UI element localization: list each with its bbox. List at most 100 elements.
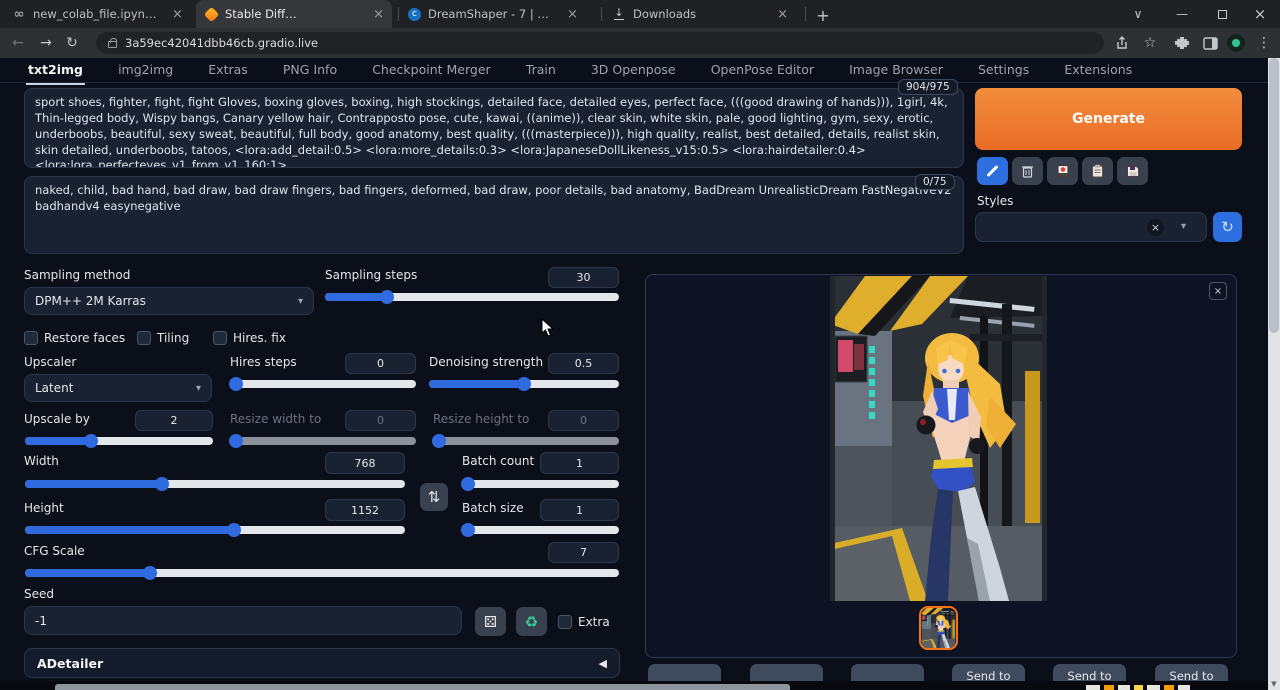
negative-prompt-textarea[interactable]: naked, child, bad hand, bad draw, bad dr… — [24, 176, 964, 254]
paste-parameters-button[interactable] — [977, 157, 1008, 185]
output-gallery-panel: × — [645, 274, 1237, 658]
prompt-textarea[interactable]: sport shoes, fighter, fight, fight Glove… — [24, 88, 964, 168]
pencil-icon — [986, 165, 998, 177]
extra-networks-button[interactable] — [1047, 157, 1078, 185]
reload-icon[interactable]: ↻ — [62, 33, 82, 53]
clear-prompt-button[interactable] — [1012, 157, 1043, 185]
clipped-text-fragment — [1104, 685, 1114, 690]
tab-close-icon[interactable]: × — [373, 7, 384, 22]
browser-tab-colab[interactable]: ∞ new_colab_file.ipynb - Colaborat × — [4, 0, 192, 28]
tab-close-icon[interactable]: × — [777, 7, 788, 22]
hires-steps-slider[interactable] — [230, 380, 416, 388]
cfg-scale-slider[interactable] — [25, 569, 619, 577]
hires-steps-value[interactable]: 0 — [345, 353, 416, 374]
chevron-down-icon: ▾ — [196, 383, 201, 394]
tab-title: Stable Diffusion — [225, 7, 302, 21]
tab-divider — [398, 7, 399, 21]
clipped-text-fragment — [1147, 685, 1160, 690]
thumbnail-image — [921, 608, 956, 648]
denoising-strength-slider[interactable] — [429, 380, 619, 388]
browser-tab-stable-diffusion[interactable]: Stable Diffusion × — [196, 0, 392, 28]
browser-tab-dreamshaper[interactable]: c DreamShaper - 7 | Stable Diffusio × — [400, 0, 598, 28]
page-scrollbar[interactable]: ▼ — [1268, 58, 1280, 690]
restore-faces-checkbox[interactable] — [24, 331, 38, 345]
seed-input[interactable]: -1 — [24, 606, 462, 635]
sampling-steps-slider[interactable] — [325, 293, 619, 301]
batch-count-label: Batch count — [462, 454, 534, 468]
clear-styles-icon[interactable]: × — [1147, 219, 1164, 236]
upscaler-dropdown[interactable]: Latent ▾ — [24, 374, 212, 402]
height-slider[interactable] — [25, 526, 405, 534]
extensions-puzzle-icon[interactable] — [1172, 33, 1192, 53]
denoising-strength-value[interactable]: 0.5 — [548, 353, 619, 374]
window-maximize-button[interactable] — [1202, 0, 1242, 28]
tab-png-info[interactable]: PNG Info — [281, 58, 339, 83]
height-value[interactable]: 1152 — [325, 499, 405, 521]
width-slider[interactable] — [25, 480, 405, 488]
tab-close-icon[interactable]: × — [567, 7, 578, 22]
browser-menu-kebab-icon[interactable]: ⋮ — [1254, 33, 1274, 53]
address-bar[interactable]: 3a59ec42041dbb46cb.gradio.live — [96, 32, 1104, 54]
batch-size-slider[interactable] — [462, 526, 619, 534]
extra-seed-checkbox[interactable] — [558, 615, 572, 629]
close-gallery-icon[interactable]: × — [1209, 282, 1227, 300]
tab-train[interactable]: Train — [524, 58, 558, 83]
tab-divider — [601, 7, 602, 21]
tiling-checkbox[interactable] — [137, 331, 151, 345]
share-icon[interactable] — [1112, 33, 1132, 53]
upscaler-value: Latent — [35, 381, 73, 395]
cfg-scale-value[interactable]: 7 — [548, 542, 619, 563]
profile-avatar[interactable] — [1226, 33, 1246, 53]
tab-3d-openpose[interactable]: 3D Openpose — [589, 58, 678, 83]
hires-fix-checkbox[interactable] — [213, 331, 227, 345]
card-icon — [1056, 164, 1070, 178]
batch-size-value[interactable]: 1 — [540, 499, 619, 521]
browser-tab-downloads[interactable]: ↓ Downloads × — [604, 0, 804, 28]
url-text: 3a59ec42041dbb46cb.gradio.live — [125, 36, 318, 50]
apply-styles-button[interactable] — [1082, 157, 1113, 185]
clipped-text-fragment — [1118, 685, 1130, 690]
refresh-styles-button[interactable]: ↻ — [1213, 212, 1242, 242]
reuse-seed-recycle-button[interactable]: ♻ — [516, 607, 547, 636]
restore-faces-label: Restore faces — [44, 331, 125, 345]
side-panel-icon[interactable] — [1200, 33, 1220, 53]
swap-dimensions-button[interactable]: ⇅ — [420, 483, 448, 511]
tab-close-icon[interactable]: × — [172, 7, 183, 22]
batch-count-slider[interactable] — [462, 480, 619, 488]
tab-txt2img[interactable]: txt2img — [26, 58, 85, 85]
gallery-thumbnail-selected[interactable] — [919, 606, 958, 650]
generate-button[interactable]: Generate — [975, 88, 1242, 150]
clipped-text-fragment — [1086, 685, 1100, 690]
styles-dropdown[interactable]: × ▾ — [975, 212, 1207, 242]
scrollbar-thumb[interactable] — [1269, 58, 1279, 333]
upscaler-label: Upscaler — [24, 355, 76, 369]
tab-openpose-editor[interactable]: OpenPose Editor — [709, 58, 816, 83]
tab-settings[interactable]: Settings — [976, 58, 1031, 83]
sampling-steps-value[interactable]: 30 — [548, 267, 619, 288]
sampling-method-dropdown[interactable]: DPM++ 2M Karras ▾ — [24, 287, 314, 315]
upscale-by-slider[interactable] — [25, 437, 213, 445]
batch-count-value[interactable]: 1 — [540, 452, 619, 474]
tab-extras[interactable]: Extras — [206, 58, 250, 83]
scrollbar-down-arrow[interactable]: ▼ — [1268, 678, 1280, 690]
window-minimize-button[interactable]: — — [1162, 0, 1202, 28]
clipboard-icon — [1091, 164, 1104, 178]
generated-image[interactable] — [830, 276, 1047, 601]
adetailer-accordion[interactable]: ADetailer ◀ — [24, 648, 620, 678]
tab-search-icon[interactable]: ∨ — [1118, 0, 1158, 28]
tab-extensions[interactable]: Extensions — [1062, 58, 1134, 83]
upscale-by-value[interactable]: 2 — [135, 410, 213, 431]
mouse-cursor — [541, 318, 554, 337]
forward-icon[interactable]: → — [36, 33, 56, 53]
tab-img2img[interactable]: img2img — [116, 58, 175, 83]
tab-checkpoint-merger[interactable]: Checkpoint Merger — [370, 58, 492, 83]
bookmark-star-icon[interactable]: ☆ — [1140, 33, 1160, 53]
window-close-button[interactable]: × — [1240, 0, 1280, 28]
tab-divider — [805, 7, 806, 21]
cfg-scale-label: CFG Scale — [24, 544, 85, 558]
random-seed-dice-button[interactable]: ⚄ — [475, 607, 506, 636]
back-icon[interactable]: ← — [8, 33, 28, 53]
width-value[interactable]: 768 — [325, 452, 405, 474]
new-tab-button[interactable]: + — [812, 4, 834, 26]
save-style-button[interactable] — [1117, 157, 1148, 185]
